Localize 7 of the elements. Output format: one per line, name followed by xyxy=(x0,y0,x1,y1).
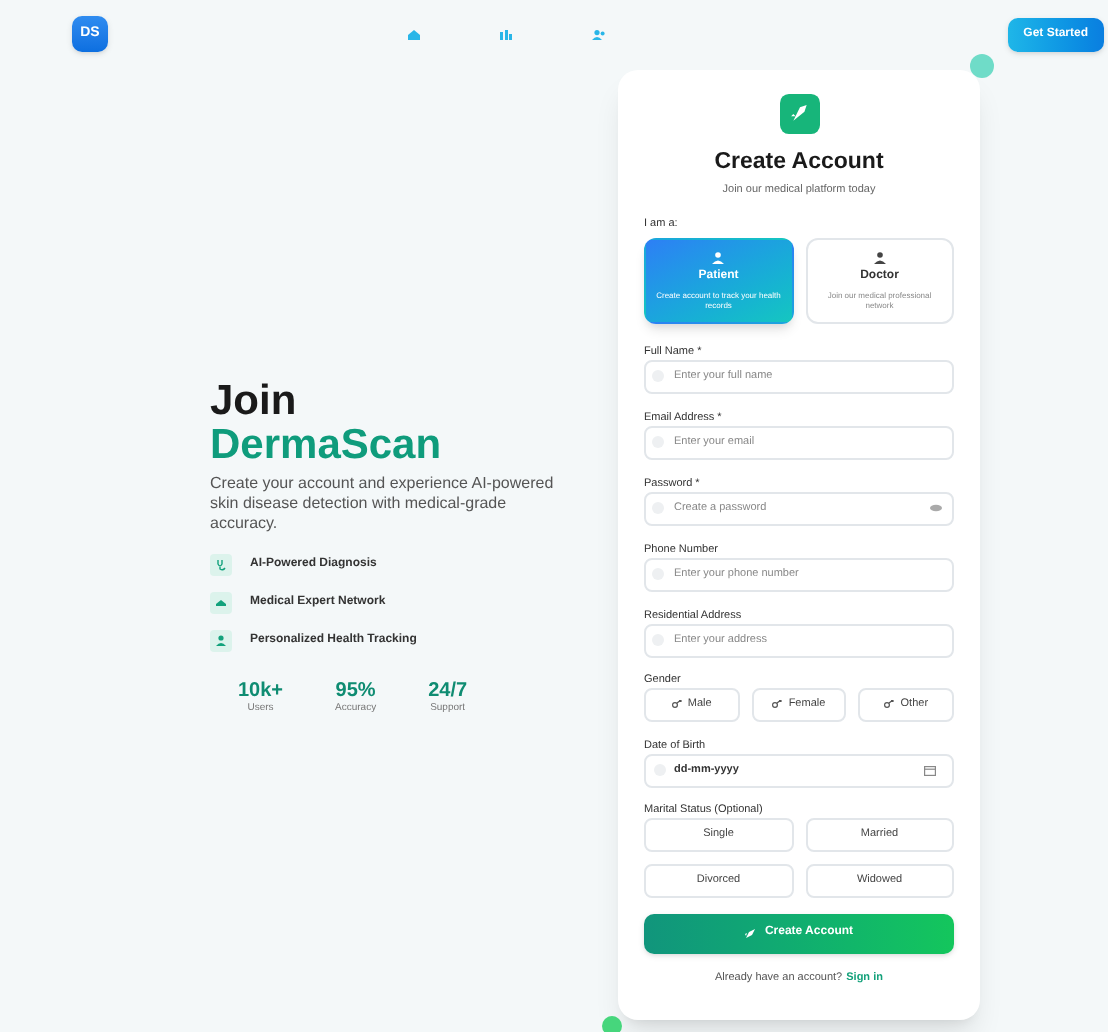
stat-value: 95% xyxy=(335,680,376,702)
hero-title-brand: DermaScan xyxy=(210,422,444,468)
hero-description: Create your account and experience AI-powered skin disease detection with medical-grade accuracy. xyxy=(210,474,556,534)
form-title: Create Account xyxy=(712,148,886,178)
hero-title: Join xyxy=(210,380,299,422)
stat-value: 10k+ xyxy=(238,680,284,702)
stat-value: 24/7 xyxy=(428,680,468,702)
